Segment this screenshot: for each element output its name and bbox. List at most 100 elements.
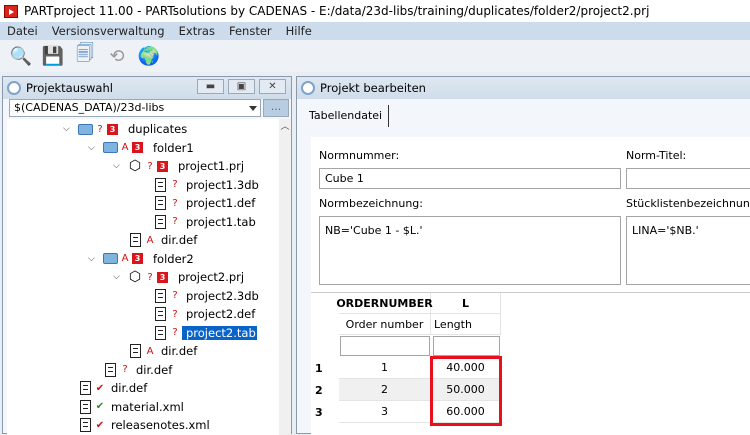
normbezeichnung-label: Normbezeichnung: xyxy=(319,197,423,210)
document-icon xyxy=(102,362,118,378)
menu-extras[interactable]: Extras xyxy=(172,24,222,38)
column-header-l[interactable]: L xyxy=(431,293,501,314)
chevron-down-icon[interactable]: ⌵ xyxy=(63,124,73,134)
normbezeichnung-textarea[interactable]: NB='Cube 1 - $L.' xyxy=(319,216,621,285)
row-number: 3 xyxy=(311,401,339,423)
status-mark-icon: ? xyxy=(147,160,153,172)
menu-hilfe[interactable]: Hilfe xyxy=(279,24,319,38)
column-header-ordernumber[interactable]: ORDERNUMBER xyxy=(336,293,433,314)
tree-item-label: dir.def xyxy=(161,344,198,358)
status-mark-icon: ? xyxy=(172,197,178,209)
tree-item[interactable]: ✔ material.xml xyxy=(77,398,184,416)
restore-button[interactable]: ▣ xyxy=(228,79,255,94)
browse-button[interactable]: ... xyxy=(263,99,289,117)
tree-item[interactable]: ⌵ A 3 folder1 xyxy=(88,139,194,157)
status-mark-icon: ? xyxy=(147,271,153,283)
3d-badge-icon: 3 xyxy=(132,253,143,264)
normnummer-label: Normnummer: xyxy=(319,149,400,162)
form-content: Normnummer: Cube 1 Norm-Titel: Normbezei… xyxy=(311,137,750,435)
menu-versionsverwaltung[interactable]: Versionsverwaltung xyxy=(45,24,172,38)
status-mark-icon: ? xyxy=(122,364,128,375)
tree-item[interactable]: ⌵ A 3 folder2 xyxy=(88,250,194,268)
tree-item-label: releasenotes.xml xyxy=(111,418,210,432)
status-mark-icon: ✔ xyxy=(95,401,105,412)
stueckliste-textarea[interactable]: LINA='$NB.' xyxy=(626,216,750,285)
document-icon xyxy=(152,306,168,322)
folder-open-icon xyxy=(102,251,118,267)
tree-item[interactable]: ? dir.def xyxy=(102,361,172,379)
globe-icon[interactable]: 🌍 xyxy=(136,43,162,69)
filter-input-l[interactable] xyxy=(433,336,500,356)
tree-scrollbar[interactable]: ︿ xyxy=(279,119,291,435)
status-mark-icon: ? xyxy=(172,327,178,338)
close-button[interactable]: ✕ xyxy=(259,79,286,94)
tree-item-label: duplicates xyxy=(128,122,188,136)
table-cell-ordernumber[interactable]: 3 xyxy=(339,401,431,423)
menu-datei[interactable]: Datei xyxy=(0,24,45,38)
chevron-down-icon[interactable]: ⌵ xyxy=(113,161,123,171)
table-grid: ORDERNUMBER L Order number Length 1 1 40.0… xyxy=(311,292,750,435)
normtitel-input[interactable] xyxy=(626,168,750,189)
app-icon xyxy=(4,4,18,18)
status-mark-icon: ? xyxy=(172,179,178,190)
table-cell-ordernumber[interactable]: 2 xyxy=(339,379,431,401)
tree-item[interactable]: Adir.def xyxy=(127,231,197,249)
document-icon xyxy=(152,288,168,304)
tree-item[interactable]: ? project1.3db xyxy=(152,176,259,194)
tree-item-label: project1.tab xyxy=(186,214,256,229)
refresh-icon[interactable]: ⟲ xyxy=(104,43,130,69)
tree-item[interactable]: ? project1.tab xyxy=(152,213,256,231)
scroll-up-icon[interactable]: ︿ xyxy=(279,119,291,132)
tree-item[interactable]: ✔ releasenotes.xml xyxy=(77,416,210,434)
save-all-icon[interactable]: 🗐 xyxy=(72,43,98,69)
tree-item[interactable]: ? project2.def xyxy=(152,305,255,323)
tree-item-label: dir.def xyxy=(136,362,173,377)
status-mark-icon: A xyxy=(146,234,154,246)
status-mark-icon: ? xyxy=(97,123,103,135)
normtitel-label: Norm-Titel: xyxy=(626,149,687,162)
tree-item[interactable]: ⌵ ⬡? 3 project2.prj xyxy=(113,268,244,286)
save-icon[interactable]: 💾 xyxy=(40,43,66,69)
cube-icon: ⬡ xyxy=(128,158,142,174)
3d-badge-icon: 3 xyxy=(132,142,143,153)
tree-item[interactable]: ⌵ ⬡? 3 project1.prj xyxy=(113,157,244,175)
row-number: 1 xyxy=(311,357,339,379)
tree-item-label: dir.def xyxy=(111,381,148,395)
status-mark-icon: ? xyxy=(172,308,178,320)
tree-item[interactable]: ? project2.3db xyxy=(152,287,259,305)
normnummer-input[interactable]: Cube 1 xyxy=(319,168,621,189)
chevron-down-icon[interactable]: ⌵ xyxy=(88,143,98,153)
folder-open-icon xyxy=(102,140,118,156)
tree-item-label: project1.prj xyxy=(178,159,245,173)
title-bar: PARTproject 11.00 - PARTsolutions by CAD… xyxy=(0,0,750,22)
tree-item[interactable]: ? project2.tab xyxy=(152,324,257,342)
tab-tabellendatei[interactable]: Tabellendatei xyxy=(303,105,390,127)
filter-input-ordernumber[interactable] xyxy=(340,336,430,356)
tree-item-label: project1.3db xyxy=(186,177,259,192)
panel-icon xyxy=(7,81,21,95)
window-title: PARTproject 11.00 - PARTsolutions by CAD… xyxy=(24,4,650,18)
path-value: $(CADENAS_DATA)/23d-libs xyxy=(14,101,165,114)
tree-item[interactable]: ✔ dir.def xyxy=(77,379,147,397)
path-combobox[interactable]: $(CADENAS_DATA)/23d-libs xyxy=(9,99,261,117)
minimize-button[interactable]: ▬ xyxy=(197,79,224,94)
edit-project-panel: Projekt bearbeiten Tabellendatei Normnum… xyxy=(296,76,750,435)
tree-item[interactable]: Adir.def xyxy=(127,342,197,360)
chevron-down-icon[interactable]: ⌵ xyxy=(113,272,123,282)
toolbar: 🔍 💾 🗐 ⟲ 🌍 xyxy=(0,40,750,72)
cube-icon: ⬡ xyxy=(128,269,142,285)
panel-title: Projektauswahl xyxy=(26,81,113,95)
document-icon xyxy=(77,417,93,433)
column-desc-l: Length xyxy=(431,314,501,335)
tree-item[interactable]: ? project1.def xyxy=(152,194,255,212)
tree-item[interactable]: ⌵? 3 duplicates xyxy=(63,120,187,138)
document-icon xyxy=(127,232,143,248)
3d-badge-icon: 3 xyxy=(157,271,168,283)
menu-fenster[interactable]: Fenster xyxy=(222,24,279,38)
status-mark-icon: ? xyxy=(172,290,178,301)
table-cell-ordernumber[interactable]: 1 xyxy=(339,357,431,379)
search-text-icon[interactable]: 🔍 xyxy=(8,43,34,69)
chevron-down-icon[interactable]: ⌵ xyxy=(88,254,98,264)
document-icon xyxy=(152,195,168,211)
chevron-down-icon[interactable] xyxy=(249,106,257,111)
